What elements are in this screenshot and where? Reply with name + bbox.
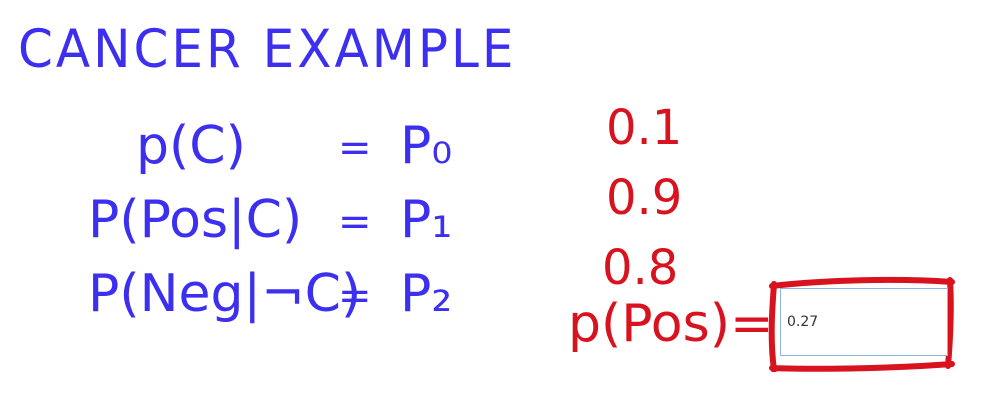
row-2-rhs: P₁ xyxy=(400,190,453,250)
answer-label: p(Pos)= xyxy=(568,294,774,354)
answer-input[interactable] xyxy=(780,288,948,356)
row-2-lhs: P(Pos|C) xyxy=(88,190,303,250)
row-3-equals: = xyxy=(338,273,372,319)
value-p1: 0.9 xyxy=(606,170,683,226)
row-3-lhs: P(Neg|¬C) xyxy=(88,264,362,324)
row-2-equals: = xyxy=(338,199,372,245)
value-p2: 0.8 xyxy=(602,240,679,296)
row-3-rhs: P₂ xyxy=(400,264,453,324)
row-1-lhs: p(C) xyxy=(136,116,246,176)
value-p0: 0.1 xyxy=(606,100,683,156)
row-1-equals: = xyxy=(338,125,372,171)
title: CANCER EXAMPLE xyxy=(18,18,517,80)
row-1-rhs: P₀ xyxy=(400,116,453,176)
